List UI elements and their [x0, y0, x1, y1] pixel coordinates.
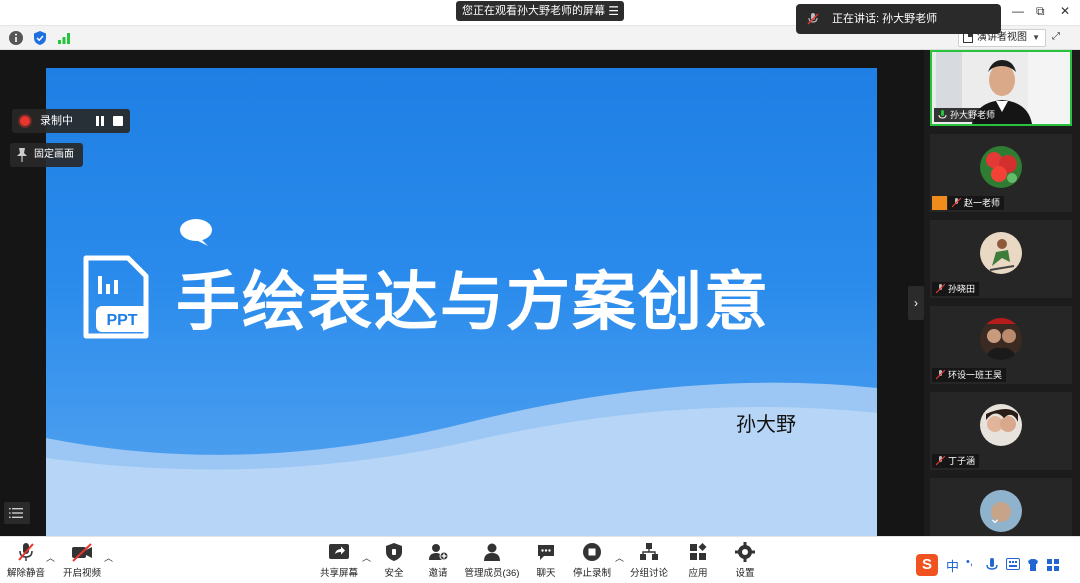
recording-label: 录制中 [40, 115, 73, 127]
participant-name-label: 赵一老师 [948, 196, 1005, 210]
ppt-file-icon: PPT [83, 255, 149, 339]
participant-tile[interactable]: 环设一班王昊 [930, 306, 1072, 384]
stop-icon[interactable] [113, 116, 123, 126]
keyboard-icon[interactable] [1006, 558, 1020, 570]
restore-icon[interactable]: ⧉ [1036, 4, 1045, 19]
shared-screen-stage: PPT 手绘表达与方案创意 孙大野 录制中 固定画面 [0, 50, 924, 536]
stop-recording-button[interactable]: 停止录制 [564, 541, 620, 579]
participant-name-label: 丁子涵 [932, 454, 980, 468]
shield-icon [386, 543, 402, 561]
share-screen-icon [329, 544, 349, 559]
list-icon [9, 508, 23, 518]
breakout-rooms-button[interactable]: 分组讨论 [621, 541, 677, 579]
speaking-text: 正在讲话: 孙大野老师 [832, 13, 938, 25]
participant-name-label: 环设一班王昊 [932, 368, 1007, 382]
pin-icon [17, 148, 27, 162]
zoom-meeting-window: 您正在观看孙大野老师的屏幕 ☰ — ⧉ ✕ 正在讲话: 孙大野老师 演讲者视图 [0, 0, 1080, 583]
speech-bubble-icon [180, 219, 212, 246]
ime-lang-toggle[interactable]: 中 [946, 556, 959, 575]
avatar [980, 146, 1022, 188]
slide-title: 手绘表达与方案创意 [176, 266, 770, 340]
slide-author: 孙大野 [736, 414, 796, 436]
start-video-button[interactable]: 开启视频 [54, 541, 110, 579]
avatar [980, 404, 1022, 446]
participant-tile[interactable]: 孙晓田 [930, 220, 1072, 298]
list-button[interactable] [4, 502, 30, 524]
participant-name-label: 孙大野老师 [934, 108, 1000, 122]
sogou-logo-icon: S [916, 554, 938, 576]
apps-icon [690, 543, 707, 560]
video-off-icon [72, 543, 92, 562]
participant-tile[interactable]: 赵一老师 [930, 134, 1072, 212]
recording-indicator: 录制中 [12, 109, 130, 133]
chevron-down-icon: ▼ [1032, 33, 1040, 42]
record-dot-icon [20, 116, 30, 126]
host-badge-icon [932, 196, 947, 210]
ppt-icon-text: PPT [106, 312, 137, 329]
shield-icon[interactable] [32, 30, 48, 46]
chat-icon [538, 545, 554, 560]
avatar [980, 232, 1022, 274]
minimize-icon[interactable]: — [1012, 4, 1024, 18]
participants-icon [484, 543, 500, 561]
active-speaker-toast: 正在讲话: 孙大野老师 [796, 4, 1001, 34]
muted-mic-icon [18, 543, 34, 561]
signal-icon[interactable] [56, 30, 72, 46]
pin-video-button[interactable]: 固定画面 [10, 143, 83, 167]
breakout-rooms-icon [640, 543, 658, 560]
speaker-view-icon [963, 33, 973, 43]
muted-mic-icon [936, 284, 945, 294]
participant-tile[interactable]: 孙大野老师 [930, 50, 1072, 126]
avatar [980, 318, 1022, 360]
ime-toolbar[interactable]: S 中 •, [914, 552, 1074, 578]
muted-mic-icon [936, 370, 945, 380]
pin-label: 固定画面 [34, 149, 74, 160]
voice-input-icon[interactable] [986, 557, 998, 573]
muted-mic-icon [807, 13, 819, 25]
mic-icon [938, 110, 947, 119]
pause-icon[interactable] [94, 115, 106, 127]
menu-icon[interactable]: ☰ [608, 1, 619, 21]
settings-button[interactable]: 设置 [717, 541, 773, 579]
participants-button[interactable]: 管理成员(36) [458, 541, 526, 579]
chevron-down-icon[interactable]: ⌄ [972, 510, 1018, 532]
skin-icon[interactable] [1026, 558, 1040, 572]
toolbox-icon[interactable] [1046, 558, 1060, 572]
stop-record-icon [583, 543, 601, 561]
participant-gallery: 孙大野老师 赵一老师 孙晓田 环设一班王昊 丁子涵 [924, 50, 1080, 536]
gear-icon [735, 542, 755, 562]
close-icon[interactable]: ✕ [1060, 4, 1070, 18]
fullscreen-icon[interactable]: ⤢ [1052, 31, 1060, 42]
punctuation-icon[interactable]: •, [966, 556, 973, 568]
muted-mic-icon [952, 198, 961, 208]
viewing-share-banner[interactable]: 您正在观看孙大野老师的屏幕 ☰ [456, 1, 624, 21]
info-icon[interactable] [8, 30, 24, 46]
chevron-right-icon[interactable]: › [908, 286, 924, 320]
presentation-slide: PPT 手绘表达与方案创意 孙大野 [46, 68, 877, 536]
muted-mic-icon [936, 456, 945, 466]
participant-name-label: 孙晓田 [932, 282, 980, 296]
share-screen-button[interactable]: 共享屏幕 [311, 541, 367, 579]
chevron-up-icon[interactable]: ︿ [104, 551, 113, 564]
viewing-share-text: 您正在观看孙大野老师的屏幕 [462, 5, 605, 17]
participant-tile[interactable]: 丁子涵 [930, 392, 1072, 470]
add-user-icon [429, 544, 449, 561]
